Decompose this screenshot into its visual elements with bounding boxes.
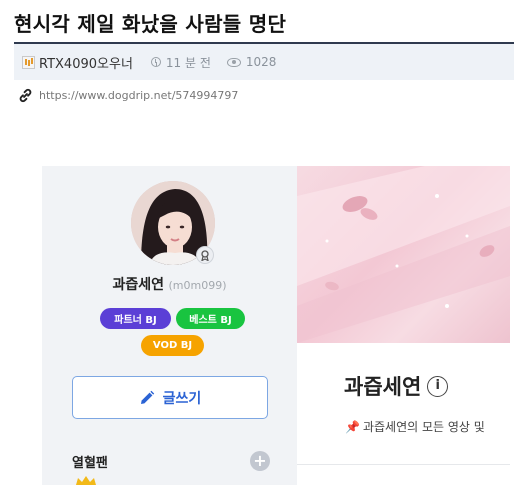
link-icon (19, 88, 32, 103)
station-embed: 과즙세연 (m0m099) 파트너 BJ 베스트 BJ VOD BJ 글쓰기 열… (42, 166, 510, 485)
post-url-row[interactable]: https://www.dogdrip.net/574994797 (18, 88, 238, 103)
post-title: 현시각 제일 화났을 사람들 명단 (14, 12, 287, 36)
write-post-button[interactable]: 글쓰기 (72, 376, 268, 419)
profile-name-row: 과즙세연 (m0m099) (42, 274, 297, 294)
avatar-verified-icon (196, 246, 214, 264)
pencil-icon (140, 390, 154, 404)
station-panel: 과즙세연 i 📌 과즙세연의 모든 영상 및 (297, 166, 510, 485)
plus-icon[interactable]: + (250, 451, 270, 471)
clock-icon (150, 57, 161, 67)
station-name: 과즙세연 (344, 375, 422, 399)
partner-bj-badge: 파트너 BJ (100, 308, 171, 329)
top-fans-heading: 열혈팬 (72, 456, 108, 471)
station-description-text: 과즙세연의 모든 영상 및 (362, 420, 485, 434)
author-name[interactable]: RTX4090오우너 (39, 53, 133, 72)
post-url[interactable]: https://www.dogdrip.net/574994797 (39, 89, 238, 102)
crown-icon (76, 476, 96, 485)
pin-icon: 📌 (345, 419, 360, 434)
post-time: 11 분 전 (165, 55, 211, 70)
vod-bj-badge: VOD BJ (141, 335, 204, 356)
station-title: 과즙세연 i (344, 371, 449, 401)
view-count: 1028 (245, 55, 277, 69)
station-description: 📌 과즙세연의 모든 영상 및 (345, 418, 485, 435)
author-level-icon (22, 55, 35, 69)
profile-panel: 과즙세연 (m0m099) 파트너 BJ 베스트 BJ VOD BJ 글쓰기 열… (42, 166, 297, 485)
station-banner (297, 166, 510, 343)
profile-nickname[interactable]: 과즙세연 (113, 277, 165, 293)
info-icon[interactable]: i (427, 375, 449, 397)
profile-user-id: (m0m099) (168, 279, 227, 292)
post-meta-bar: RTX4090오우너 11 분 전 1028 (14, 44, 514, 80)
eye-icon (226, 57, 241, 67)
write-button-label: 글쓰기 (162, 390, 202, 407)
station-divider (297, 464, 510, 465)
best-bj-badge: 베스트 BJ (176, 308, 245, 329)
